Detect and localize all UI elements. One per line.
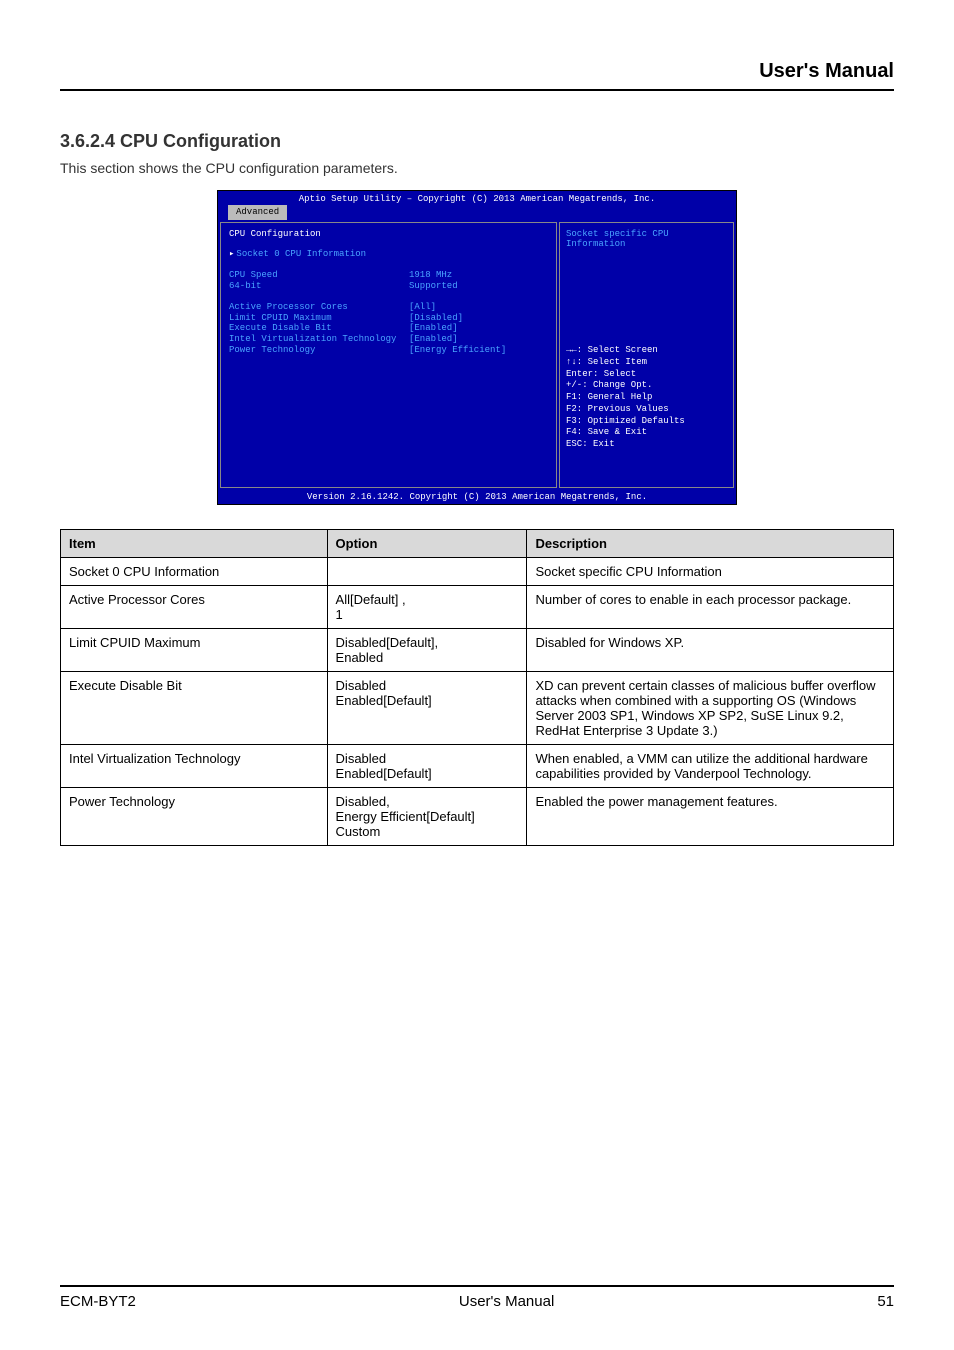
bios-info-label: 64-bit	[229, 281, 409, 292]
bios-screenshot: Aptio Setup Utility – Copyright (C) 2013…	[60, 190, 894, 505]
settings-table: Item Option Description Socket 0 CPU Inf…	[60, 529, 894, 846]
bios-opt-value: [Enabled]	[409, 323, 458, 334]
submenu-arrow-icon: ▸	[229, 249, 234, 260]
td-option: All[Default] , 1	[327, 586, 527, 629]
bios-keyhelp: →←: Select Screen ↑↓: Select Item Enter:…	[566, 345, 727, 450]
td-item: Socket 0 CPU Information	[61, 558, 328, 586]
bios-keyhelp-line: ↑↓: Select Item	[566, 357, 727, 369]
td-item: Limit CPUID Maximum	[61, 629, 328, 672]
table-row: Intel Virtualization TechnologyDisabled …	[61, 745, 894, 788]
table-header-row: Item Option Description	[61, 530, 894, 558]
bios-info-label: CPU Speed	[229, 270, 409, 281]
bios-opt-row: Intel Virtualization Technology [Enabled…	[229, 334, 548, 345]
bios-keyhelp-line: F3: Optimized Defaults	[566, 416, 727, 428]
bios-opt-label: Intel Virtualization Technology	[229, 334, 409, 345]
bios-opt-value: [Disabled]	[409, 313, 463, 324]
bios-opt-row: Power Technology [Energy Efficient]	[229, 345, 548, 356]
bios-opt-label: Limit CPUID Maximum	[229, 313, 409, 324]
td-description: When enabled, a VMM can utilize the addi…	[527, 745, 894, 788]
bios-keyhelp-line: Enter: Select	[566, 369, 727, 381]
bios-tabs: Advanced	[218, 205, 736, 220]
td-description: Socket specific CPU Information	[527, 558, 894, 586]
td-item: Power Technology	[61, 788, 328, 846]
bios-bottom-bar: Version 2.16.1242. Copyright (C) 2013 Am…	[218, 490, 736, 505]
page-footer: ECM-BYT2 User's Manual 51	[60, 1285, 894, 1310]
bios-info-value: 1918 MHz	[409, 270, 452, 281]
bios-right-pane: Socket specific CPU Information →←: Sele…	[559, 222, 734, 488]
td-item: Active Processor Cores	[61, 586, 328, 629]
table-row: Socket 0 CPU Information Socket specific …	[61, 558, 894, 586]
footer-right: 51	[877, 1293, 894, 1310]
bios-opt-value: [All]	[409, 302, 436, 313]
section-heading: 3.6.2.4 CPU Configuration	[60, 131, 894, 152]
td-option: Disabled, Energy Efficient[Default] Cust…	[327, 788, 527, 846]
table-body: Socket 0 CPU Information Socket specific …	[61, 558, 894, 846]
td-option: Disabled Enabled[Default]	[327, 672, 527, 745]
bios-opt-row: Execute Disable Bit [Enabled]	[229, 323, 548, 334]
bios-opt-label: Power Technology	[229, 345, 409, 356]
bios-opt-label: Active Processor Cores	[229, 302, 409, 313]
th-option: Option	[327, 530, 527, 558]
footer-left: ECM-BYT2	[60, 1293, 136, 1310]
bios-keyhelp-line: F2: Previous Values	[566, 404, 727, 416]
th-item: Item	[61, 530, 328, 558]
bios-body: CPU Configuration ▸ Socket 0 CPU Informa…	[218, 220, 736, 490]
bios-opt-row: Active Processor Cores [All]	[229, 302, 548, 313]
header-title: User's Manual	[60, 60, 894, 83]
table-row: Active Processor CoresAll[Default] , 1Nu…	[61, 586, 894, 629]
td-description: XD can prevent certain classes of malici…	[527, 672, 894, 745]
bios-title-bar: Aptio Setup Utility – Copyright (C) 2013…	[218, 191, 736, 205]
bios-left-pane: CPU Configuration ▸ Socket 0 CPU Informa…	[220, 222, 557, 488]
bios-keyhelp-line: F1: General Help	[566, 392, 727, 404]
td-description: Disabled for Windows XP.	[527, 629, 894, 672]
bios-submenu-label: Socket 0 CPU Information	[236, 249, 366, 260]
bios-opt-value: [Energy Efficient]	[409, 345, 506, 356]
bios-opt-label: Execute Disable Bit	[229, 323, 409, 334]
bios-left-title: CPU Configuration	[229, 229, 548, 240]
td-item: Execute Disable Bit	[61, 672, 328, 745]
td-option: Disabled Enabled[Default]	[327, 745, 527, 788]
bios-tab-advanced: Advanced	[228, 205, 287, 220]
bios-submenu: ▸ Socket 0 CPU Information	[229, 249, 548, 260]
bios-right-desc: Socket specific CPU Information	[566, 229, 727, 319]
bios-info-row: CPU Speed 1918 MHz	[229, 270, 548, 281]
footer-center: User's Manual	[459, 1293, 554, 1310]
td-description: Enabled the power management features.	[527, 788, 894, 846]
td-option	[327, 558, 527, 586]
bios-frame: Aptio Setup Utility – Copyright (C) 2013…	[217, 190, 737, 505]
bios-keyhelp-line: →←: Select Screen	[566, 345, 727, 357]
td-description: Number of cores to enable in each proces…	[527, 586, 894, 629]
td-item: Intel Virtualization Technology	[61, 745, 328, 788]
header-divider	[60, 89, 894, 91]
bios-opt-value: [Enabled]	[409, 334, 458, 345]
bios-info-row: 64-bit Supported	[229, 281, 548, 292]
footer-divider	[60, 1285, 894, 1287]
th-description: Description	[527, 530, 894, 558]
bios-info-value: Supported	[409, 281, 458, 292]
table-row: Power TechnologyDisabled, Energy Efficie…	[61, 788, 894, 846]
bios-keyhelp-line: F4: Save & Exit	[566, 427, 727, 439]
footer-row: ECM-BYT2 User's Manual 51	[60, 1293, 894, 1310]
table-row: Execute Disable BitDisabled Enabled[Defa…	[61, 672, 894, 745]
bios-keyhelp-line: ESC: Exit	[566, 439, 727, 451]
table-row: Limit CPUID MaximumDisabled[Default], En…	[61, 629, 894, 672]
section-sub: This section shows the CPU configuration…	[60, 160, 894, 176]
td-option: Disabled[Default], Enabled	[327, 629, 527, 672]
bios-opt-row: Limit CPUID Maximum [Disabled]	[229, 313, 548, 324]
bios-keyhelp-line: +/-: Change Opt.	[566, 380, 727, 392]
